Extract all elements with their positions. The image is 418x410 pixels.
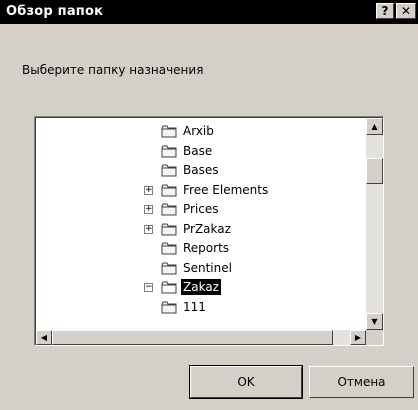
window-title: Обзор папок [6,4,104,19]
tree-node[interactable]: Base [36,142,366,160]
tree-node-label: Prices [183,202,219,216]
folder-icon [161,262,177,274]
folder-icon [161,184,177,196]
folder-icon [161,125,177,138]
folder-tree-list: Arxib Base Bases + Free Elements + Prices + PrZa… [36,118,366,330]
folder-icon [161,242,177,255]
vertical-scrollbar[interactable]: ▲ ▼ [366,118,383,330]
prompt-text: Выберите папку назначения [22,63,204,77]
close-button[interactable]: ✕ [396,3,416,19]
tree-node[interactable]: + Free Elements [36,181,366,199]
expand-icon[interactable]: + [144,205,153,214]
folder-tree-inner: Arxib Base Bases + Free Elements + Prices + PrZa… [35,117,383,345]
folder-icon [161,164,177,177]
folder-icon [161,203,177,216]
tree-node[interactable]: Reports [36,239,366,257]
horizontal-scrollbar[interactable]: ◀ ▶ [36,330,366,345]
tree-node[interactable]: + PrZakaz [36,220,366,238]
scroll-right-button[interactable]: ▶ [350,330,366,345]
ok-button[interactable]: OK [189,365,303,399]
help-button[interactable]: ? [376,3,394,19]
tree-node[interactable]: + Prices [36,200,366,218]
title-bar[interactable]: Обзор папок ? ✕ [0,0,418,24]
tree-node-label: Base [183,143,213,158]
folder-icon [161,145,177,157]
tree-node[interactable]: 111 [36,298,366,316]
tree-node[interactable]: Sentinel [36,259,366,277]
scroll-up-button[interactable]: ▲ [366,118,383,135]
horizontal-scroll-thumb[interactable] [52,330,333,345]
tree-node-label: Arxib [183,124,214,138]
tree-node[interactable]: Arxib [36,122,366,140]
tree-node-label: PrZakaz [183,221,231,236]
vertical-scroll-thumb[interactable] [366,158,383,184]
folder-icon [161,223,177,235]
tree-node-label: Bases [183,163,219,177]
browse-folders-dialog: Обзор папок ? ✕ Выберите папку назначени… [0,0,418,410]
scroll-down-button[interactable]: ▼ [366,313,383,330]
tree-node-label: Zakaz [181,279,221,295]
collapse-icon[interactable]: − [144,283,153,292]
tree-node-label: Sentinel [183,260,232,275]
tree-node-label: Reports [183,241,230,255]
expand-icon[interactable]: + [144,224,153,234]
scrollbar-corner [366,330,383,345]
tree-node-label: 111 [183,299,206,314]
tree-node[interactable]: − Zakaz [36,278,366,296]
expand-icon[interactable]: + [144,185,153,195]
scroll-left-button[interactable]: ◀ [36,330,52,345]
folder-icon [161,301,177,313]
folder-tree: Arxib Base Bases + Free Elements + Prices + PrZa… [34,116,384,346]
folder-icon [161,281,177,294]
tree-node[interactable]: Bases [36,161,366,179]
cancel-button[interactable]: Отмена [309,366,414,398]
tree-node-label: Free Elements [183,182,269,197]
